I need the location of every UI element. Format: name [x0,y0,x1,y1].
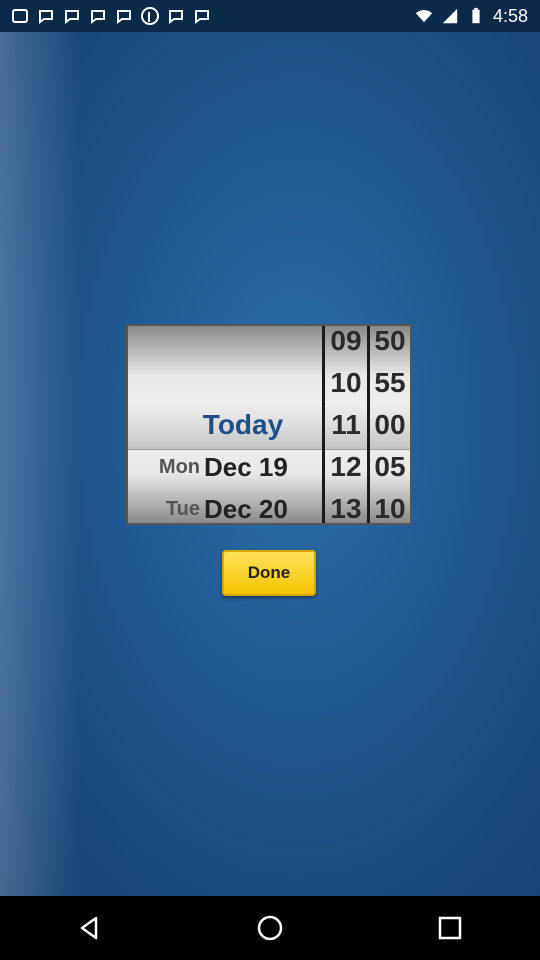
minute-item[interactable]: 55 [370,362,410,404]
day-of-week: Mon [158,455,200,478]
app-background: Today Mon Dec 19 Tue Dec 20 09 10 11 12 … [0,32,540,896]
status-right: 4:58 [415,6,528,27]
battery-icon [472,7,480,24]
minute-item[interactable]: 50 [370,326,410,362]
notification-icon [195,10,209,24]
home-icon [257,915,283,941]
date-label: Dec 19 [204,451,288,482]
navigation-bar [0,896,540,960]
back-icon [80,916,98,940]
done-button[interactable]: Done [222,550,316,596]
notification-icons [10,6,212,26]
hour-wheel[interactable]: 09 10 11 12 13 [325,326,367,523]
notification-icon [12,9,28,23]
notification-icon [91,10,105,24]
day-wheel-item[interactable]: Mon Dec 19 [128,446,322,488]
notification-icon [39,10,53,24]
day-of-week: Tue [165,497,200,520]
hour-item[interactable]: 13 [325,488,367,523]
minute-wheel[interactable]: 50 55 00 05 10 [370,326,410,523]
hour-item[interactable]: 10 [325,362,367,404]
recents-icon [438,916,462,940]
wifi-icon [415,10,433,23]
recents-button[interactable] [420,898,480,958]
day-wheel-item[interactable] [128,362,322,404]
day-wheel-item[interactable]: Tue Dec 20 [128,488,322,524]
status-bar: 4:58 [0,0,540,32]
datetime-picker: Today Mon Dec 19 Tue Dec 20 09 10 11 12 … [126,324,412,525]
hour-item[interactable]: 09 [325,326,367,362]
day-wheel-item[interactable] [128,326,322,364]
clock: 4:58 [492,5,528,26]
notification-icon [117,10,131,24]
notification-icon [65,10,79,24]
date-label: Dec 20 [204,493,288,524]
day-wheel[interactable]: Today Mon Dec 19 Tue Dec 20 [128,326,322,523]
minute-item[interactable]: 10 [370,488,410,523]
minute-item[interactable]: 05 [370,446,410,488]
day-wheel-item-today[interactable]: Today [128,404,322,446]
back-button[interactable] [60,898,120,958]
home-button[interactable] [240,898,300,958]
notification-icon [169,10,183,24]
pinterest-icon [141,7,159,25]
hour-item[interactable]: 12 [325,446,367,488]
hour-item-selected[interactable]: 11 [325,404,367,446]
signal-icon [442,8,458,24]
minute-item-selected[interactable]: 00 [370,404,410,446]
